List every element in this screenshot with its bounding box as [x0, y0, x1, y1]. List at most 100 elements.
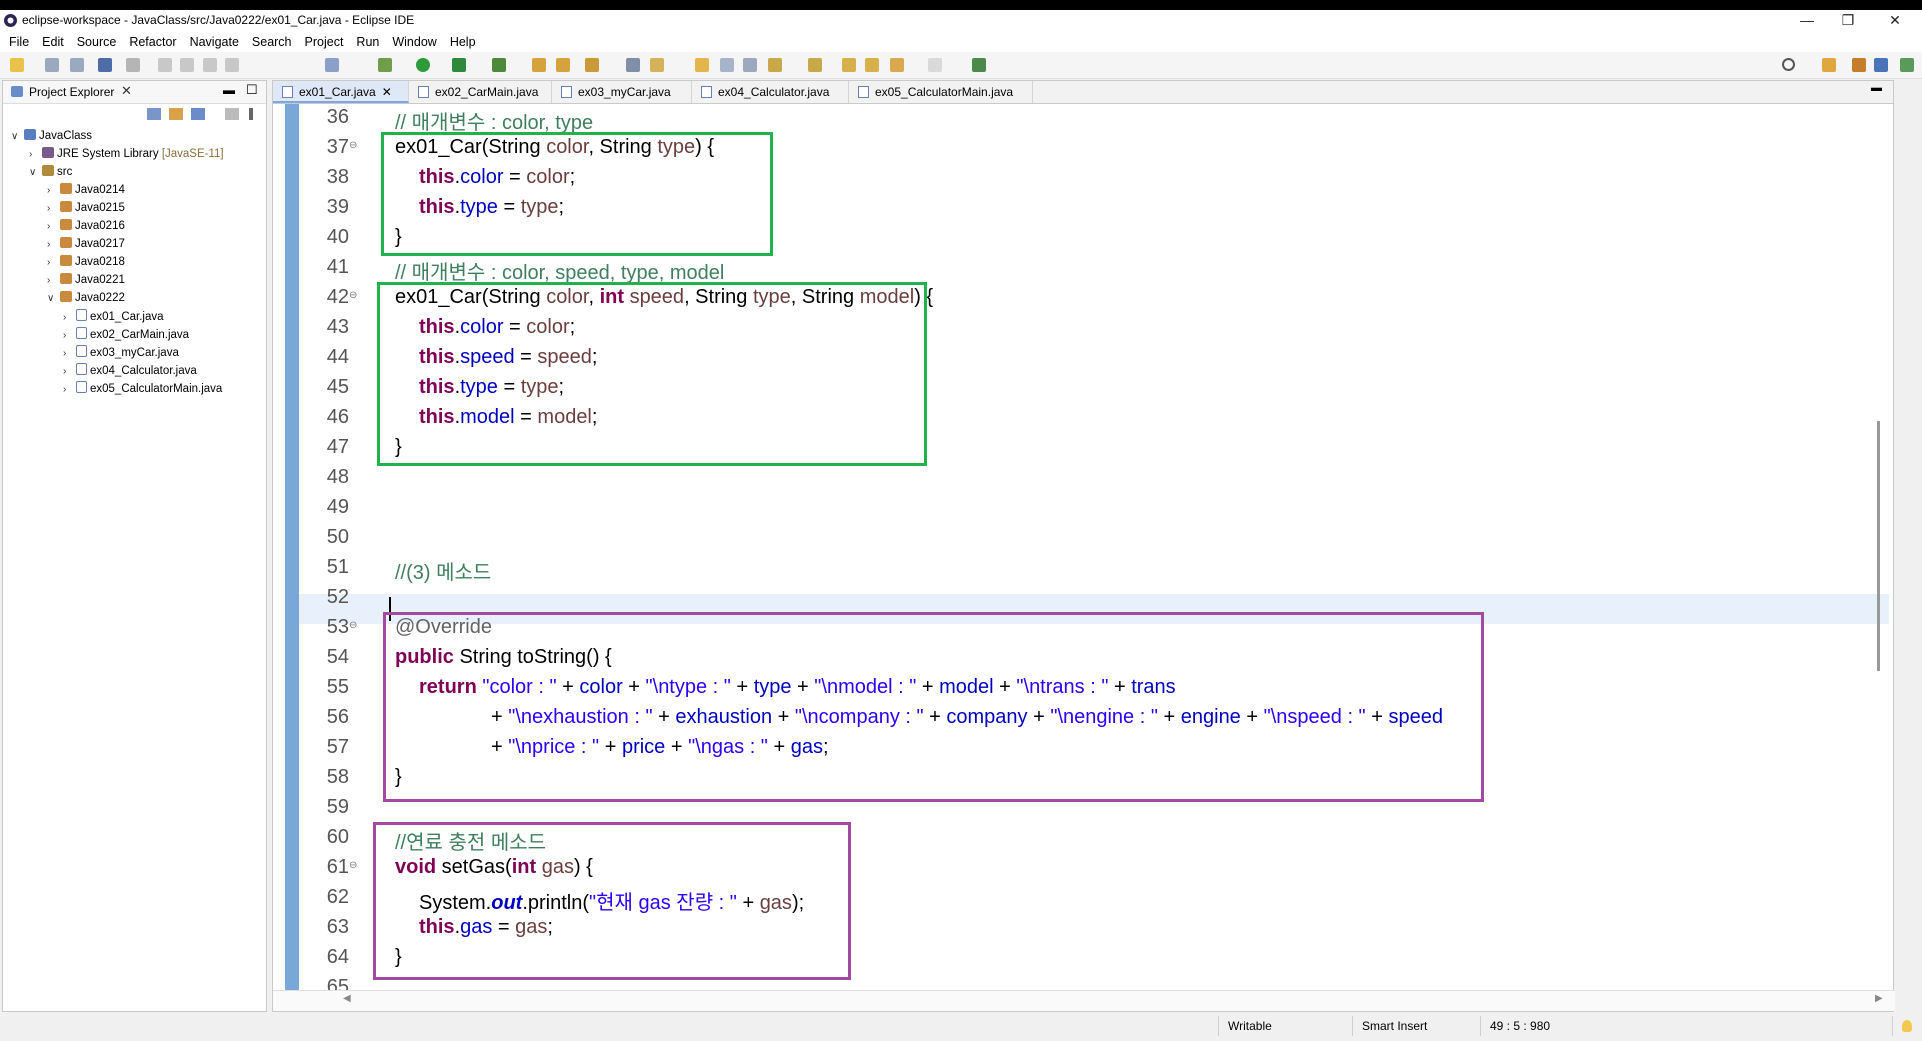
tree-item-ex04-calculator[interactable]: › ex04_Calculator.java: [63, 363, 197, 381]
tip-lightbulb-icon[interactable]: [1902, 1020, 1912, 1032]
skip-breakpoints-icon[interactable]: [126, 58, 140, 72]
terminate-icon[interactable]: [203, 58, 217, 72]
code-area[interactable]: 36 37 38 39 40 41 42 43 44 45 46 47 48 4…: [299, 104, 1889, 990]
run-icon[interactable]: [416, 58, 430, 72]
fold-icon[interactable]: ⊖: [349, 290, 357, 301]
tab-ex02-carmain[interactable]: ex02_CarMain.java: [409, 81, 552, 103]
chevron-down-icon[interactable]: ∨: [29, 167, 39, 178]
mark-occurrences-icon[interactable]: [626, 58, 640, 72]
close-view-icon[interactable]: ✕: [121, 83, 132, 99]
save-icon[interactable]: [45, 58, 59, 72]
vertical-scrollbar[interactable]: [1877, 421, 1880, 671]
filter-icon[interactable]: [191, 108, 205, 120]
coverage-icon[interactable]: [452, 58, 466, 72]
tab-ex05-calculatormain[interactable]: ex05_CalculatorMain.java: [849, 81, 1033, 103]
more-options-icon[interactable]: [249, 108, 253, 120]
tab-ex04-calculator[interactable]: ex04_Calculator.java: [692, 81, 849, 103]
resume-icon[interactable]: [158, 58, 172, 72]
minimize-editor-icon[interactable]: ▬: [1871, 82, 1882, 94]
restore-button[interactable]: ❐: [1828, 12, 1868, 30]
collapse-all-icon[interactable]: [147, 108, 161, 120]
new-java-project-icon[interactable]: [532, 58, 546, 72]
tree-item-java0215[interactable]: › Java0215: [47, 201, 125, 219]
save-all-icon[interactable]: [70, 58, 84, 72]
tab-ex01-car[interactable]: ex01_Car.java ✕: [273, 81, 409, 103]
pin-editor-icon[interactable]: [972, 58, 986, 72]
tree-item-java0218[interactable]: › Java0218: [47, 255, 125, 273]
menu-refactor[interactable]: Refactor: [129, 35, 176, 49]
chevron-right-icon[interactable]: ›: [29, 149, 39, 160]
scroll-right-icon[interactable]: ▶: [1875, 993, 1883, 1004]
suspend-icon[interactable]: [180, 58, 194, 72]
search-tool-icon[interactable]: [585, 58, 599, 72]
scroll-left-icon[interactable]: ◀: [343, 993, 351, 1004]
external-tools-icon[interactable]: [492, 58, 506, 72]
highlight-icon[interactable]: [650, 58, 664, 72]
tree-item-jre-library[interactable]: › JRE System Library [JavaSE-11]: [29, 147, 224, 165]
chevron-right-icon[interactable]: ›: [63, 348, 73, 359]
open-type-icon[interactable]: [556, 58, 570, 72]
tree-item-ex02-carmain[interactable]: › ex02_CarMain.java: [63, 327, 189, 345]
chevron-right-icon[interactable]: ›: [47, 275, 57, 286]
maximize-view-icon[interactable]: ☐: [246, 82, 258, 98]
chevron-down-icon[interactable]: ∨: [47, 293, 57, 304]
tree-item-ex03-mycar[interactable]: › ex03_myCar.java: [63, 345, 179, 363]
chevron-right-icon[interactable]: ›: [63, 330, 73, 341]
fold-icon[interactable]: ⊖: [349, 620, 357, 631]
minimize-view-icon[interactable]: ▬: [223, 83, 235, 97]
terminal-icon[interactable]: [98, 58, 112, 72]
tree-item-java0217[interactable]: › Java0217: [47, 237, 125, 255]
menu-source[interactable]: Source: [77, 35, 117, 49]
java-ee-perspective-icon[interactable]: [1852, 58, 1866, 72]
open-perspective-icon[interactable]: [1822, 58, 1836, 72]
chevron-right-icon[interactable]: ›: [47, 221, 57, 232]
link-with-editor-icon[interactable]: [169, 108, 183, 120]
debug-perspective-icon[interactable]: [1900, 58, 1914, 72]
tree-item-ex05-calculatormain[interactable]: › ex05_CalculatorMain.java: [63, 381, 222, 399]
new-icon[interactable]: [10, 58, 24, 72]
chevron-down-icon[interactable]: ∨: [11, 131, 21, 142]
java-perspective-icon[interactable]: [1874, 58, 1888, 72]
last-edit-forward-icon[interactable]: [865, 58, 879, 72]
chevron-right-icon[interactable]: ›: [63, 384, 73, 395]
prev-annotation-icon[interactable]: [808, 58, 822, 72]
menu-help[interactable]: Help: [450, 35, 476, 49]
chevron-right-icon[interactable]: ›: [47, 185, 57, 196]
tree-item-java0222[interactable]: ∨ Java0222: [47, 291, 125, 309]
tree-item-java0214[interactable]: › Java0214: [47, 183, 125, 201]
toggle-block-icon[interactable]: [325, 58, 339, 72]
menu-run[interactable]: Run: [356, 35, 379, 49]
forward-icon[interactable]: [928, 58, 942, 72]
project-explorer-title[interactable]: Project Explorer: [29, 85, 114, 99]
chevron-right-icon[interactable]: ›: [47, 257, 57, 268]
chevron-right-icon[interactable]: ›: [63, 366, 73, 377]
chevron-right-icon[interactable]: ›: [47, 203, 57, 214]
tab-ex03-mycar[interactable]: ex03_myCar.java: [552, 81, 692, 103]
horizontal-scrollbar[interactable]: ◀ ▶: [273, 990, 1895, 1011]
tree-item-src[interactable]: ∨ src: [29, 165, 72, 183]
tree-item-java0216[interactable]: › Java0216: [47, 219, 125, 237]
close-tab-icon[interactable]: ✕: [382, 85, 392, 99]
menu-project[interactable]: Project: [305, 35, 344, 49]
minimize-button[interactable]: —: [1787, 12, 1827, 30]
close-button[interactable]: ✕: [1875, 12, 1915, 30]
next-annotation-icon[interactable]: [768, 58, 782, 72]
search-icon[interactable]: [1782, 58, 1795, 71]
disconnect-icon[interactable]: [225, 58, 239, 72]
tree-item-java0221[interactable]: › Java0221: [47, 273, 125, 291]
menu-window[interactable]: Window: [392, 35, 436, 49]
back-icon[interactable]: [890, 58, 904, 72]
tree-item-javaclass[interactable]: ∨ JavaClass: [11, 129, 92, 147]
pin-icon[interactable]: [720, 58, 734, 72]
tree-item-ex01-car[interactable]: › ex01_Car.java: [63, 309, 164, 327]
last-edit-icon[interactable]: [842, 58, 856, 72]
menu-search[interactable]: Search: [252, 35, 292, 49]
menu-navigate[interactable]: Navigate: [190, 35, 239, 49]
fold-icon[interactable]: ⊖: [349, 140, 357, 151]
view-menu-icon[interactable]: [225, 108, 239, 120]
debug-icon[interactable]: [378, 58, 392, 72]
menu-edit[interactable]: Edit: [42, 35, 64, 49]
annotation-nav-icon[interactable]: [695, 58, 709, 72]
fold-icon[interactable]: ⊖: [349, 860, 357, 871]
chevron-right-icon[interactable]: ›: [47, 239, 57, 250]
